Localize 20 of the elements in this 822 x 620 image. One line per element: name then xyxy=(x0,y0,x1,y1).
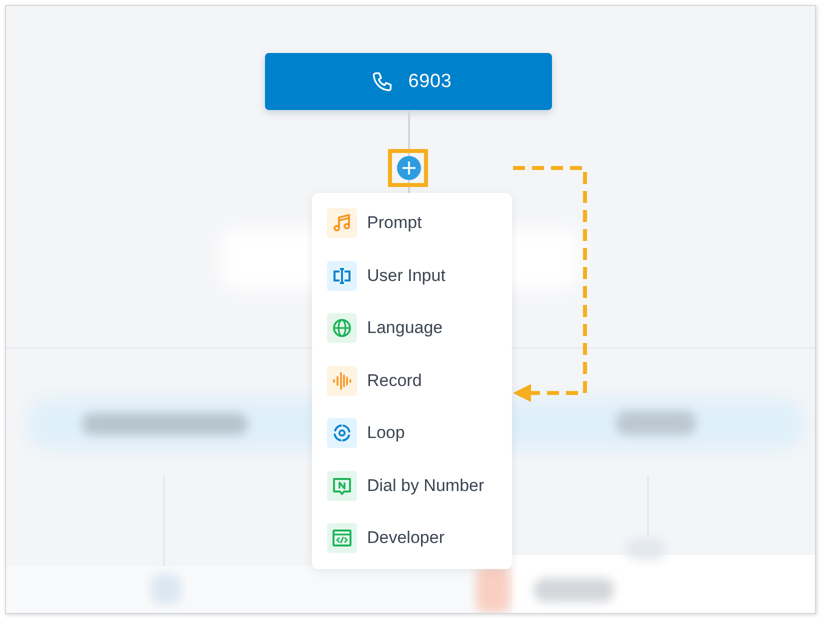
menu-item[interactable]: Dial by Number xyxy=(312,460,512,512)
menu-item[interactable]: Developer xyxy=(312,512,512,564)
menu-item[interactable]: Language xyxy=(312,302,512,354)
loop-icon xyxy=(327,418,357,448)
connector-line xyxy=(408,180,410,193)
code-window-icon xyxy=(327,523,357,554)
globe-icon xyxy=(327,313,357,344)
menu-item[interactable]: User Input xyxy=(312,250,512,302)
menu-item[interactable]: Loop xyxy=(312,407,512,460)
connector-line xyxy=(408,110,410,157)
text-cursor-icon xyxy=(327,260,357,291)
sound-wave-icon xyxy=(327,366,357,396)
phone-icon xyxy=(371,70,394,92)
music-note-icon xyxy=(327,208,357,238)
blurred-shape xyxy=(476,566,510,613)
extension-node[interactable]: 6903 xyxy=(265,53,552,110)
menu-item[interactable]: Record xyxy=(312,354,512,407)
add-button[interactable] xyxy=(397,156,421,180)
menu-item[interactable]: Prompt xyxy=(312,197,512,250)
number-bubble-icon xyxy=(327,470,357,501)
